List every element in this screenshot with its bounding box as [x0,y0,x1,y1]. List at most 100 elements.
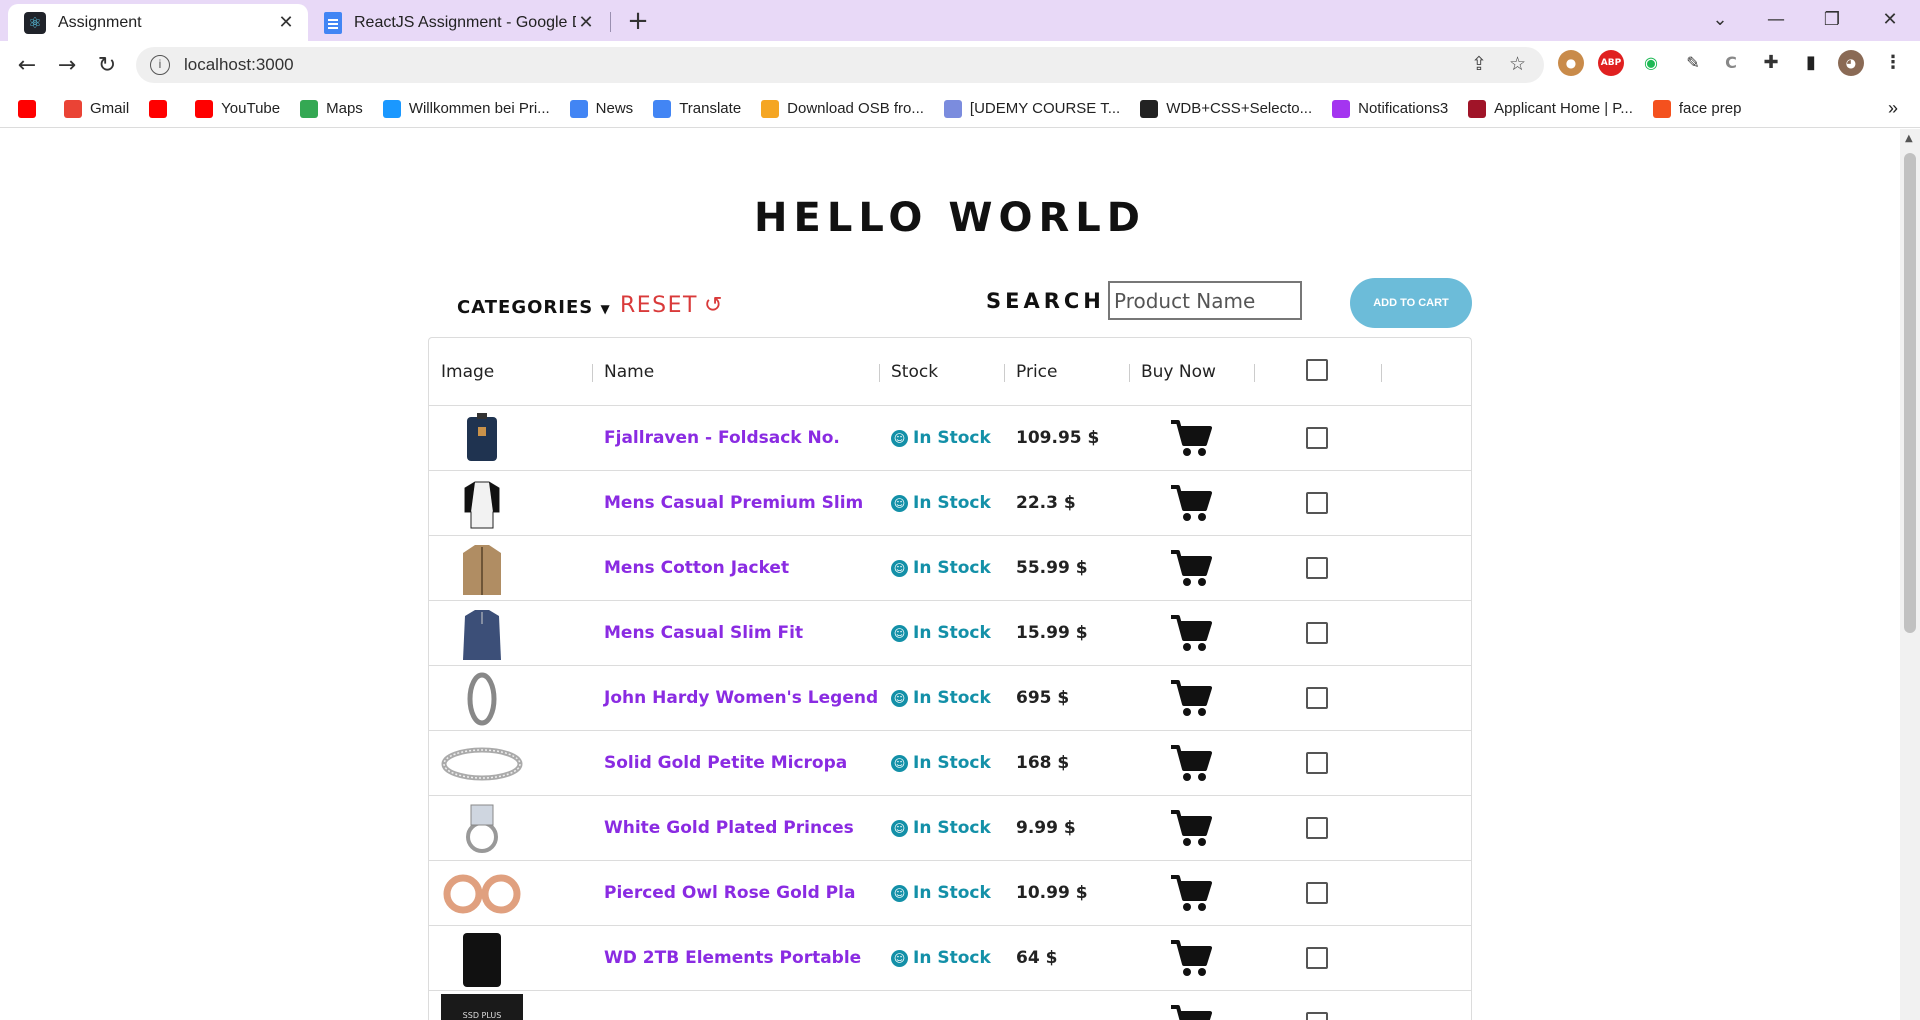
share-icon[interactable]: ⇪ [1471,53,1487,76]
bookmark-item[interactable]: News [569,99,633,118]
reset-button[interactable]: RESET ↺ [620,293,724,318]
new-tab-button[interactable]: + [622,6,654,38]
browser-toolbar: ← → ↻ i localhost:3000 ⇪ ☆ [0,41,1920,90]
add-to-cart-button[interactable]: ADD TO CART [1350,278,1472,328]
cookie-extension-icon[interactable]: ● [1558,50,1584,76]
shopping-cart-icon[interactable] [1169,873,1213,917]
product-name[interactable]: John Hardy Women's Legend [604,688,878,708]
categories-dropdown[interactable]: CATEGORIES ▼ [457,297,611,318]
bookmark-item[interactable]: Gmail [64,99,129,118]
product-name[interactable]: Solid Gold Petite Micropa [604,753,847,773]
row-checkbox[interactable] [1306,492,1328,514]
bookmark-item[interactable]: face prep [1652,99,1741,118]
row-checkbox[interactable] [1306,947,1328,969]
stock-label: In Stock [913,818,991,838]
globe-icon [1140,99,1159,118]
stock-status: ☺ In Stock [891,948,991,968]
scroll-thumb[interactable] [1904,153,1916,633]
prime-icon [382,99,401,118]
product-name[interactable]: Mens Casual Premium Slim [604,493,863,513]
side-panel-icon[interactable]: ▮ [1798,50,1824,76]
close-icon[interactable]: ✕ [576,12,596,33]
row-checkbox[interactable] [1306,817,1328,839]
maps-icon [300,99,319,118]
bookmark-item[interactable]: Download OSB fro... [761,99,924,118]
shopping-cart-icon[interactable] [1169,613,1213,657]
chrome-menu-icon[interactable]: ⋮ [1880,50,1906,76]
minimize-button[interactable]: — [1748,0,1804,40]
product-image [441,410,523,466]
table-row: Pierced Owl Rose Gold Pla ☺ In Stock 10.99 … [429,861,1471,926]
row-checkbox[interactable] [1306,1012,1328,1020]
table-row: John Hardy Women's Legend ☺ In Stock 695 $ [429,666,1471,731]
bookmark-item[interactable]: WDB+CSS+Selecto... [1140,99,1313,118]
shopping-cart-icon[interactable] [1169,548,1213,592]
address-bar[interactable]: i localhost:3000 ⇪ ☆ [136,47,1544,83]
table-row: White Gold Plated Princes ☺ In Stock 9.99 $ [429,796,1471,861]
row-checkbox[interactable] [1306,752,1328,774]
row-checkbox[interactable] [1306,622,1328,644]
close-icon[interactable]: ✕ [276,12,296,33]
stock-status: ☺ In Stock [891,558,991,578]
reset-label: RESET [620,293,698,318]
back-button[interactable]: ← [10,49,44,83]
code-extension-icon[interactable]: C [1718,50,1744,76]
shopping-cart-icon[interactable] [1169,808,1213,852]
adblock-extension-icon[interactable]: ABP [1598,50,1624,76]
window-close-button[interactable]: ✕ [1862,0,1918,40]
bookmark-item[interactable]: Willkommen bei Pri... [382,99,550,118]
bookmark-item[interactable]: [UDEMY COURSE T... [943,99,1120,118]
row-checkbox[interactable] [1306,427,1328,449]
shopping-cart-icon[interactable] [1169,938,1213,982]
shopping-cart-icon[interactable] [1169,418,1213,462]
bookmark-item[interactable]: Notifications3 [1332,99,1448,118]
bookmark-item[interactable]: Maps [300,99,363,118]
forward-button[interactable]: → [50,49,84,83]
product-price: 55.99 $ [1016,558,1088,578]
search-input[interactable] [1108,281,1302,320]
bookmarks-overflow-icon[interactable]: » [1888,98,1898,119]
notifications-icon [1332,99,1351,118]
select-all-checkbox[interactable] [1306,359,1328,381]
bookmark-item[interactable] [149,99,175,118]
tab-search-icon[interactable]: ⌄ [1692,0,1748,40]
bookmark-label: WDB+CSS+Selecto... [1166,100,1313,117]
youtube-icon [149,99,168,118]
product-name[interactable]: Pierced Owl Rose Gold Pla [604,883,855,903]
product-name[interactable]: Mens Cotton Jacket [604,558,789,578]
profile-avatar[interactable]: ◕ [1838,50,1864,76]
row-checkbox[interactable] [1306,882,1328,904]
tab-google-docs[interactable]: ReactJS Assignment - Google Do ✕ [312,4,608,41]
table-row: SSD PLUS [429,991,1471,1020]
smile-icon: ☺ [891,755,908,772]
product-name[interactable]: WD 2TB Elements Portable [604,948,861,968]
product-name[interactable]: White Gold Plated Princes [604,818,854,838]
shopping-cart-icon[interactable] [1169,1003,1213,1020]
product-name[interactable]: Fjallraven - Foldsack No. [604,428,840,448]
site-info-icon[interactable]: i [150,55,170,75]
bookmark-label: Willkommen bei Pri... [408,100,550,117]
product-price: 10.99 $ [1016,883,1088,903]
shopping-cart-icon[interactable] [1169,483,1213,527]
bookmark-item[interactable]: Applicant Home | P... [1468,99,1633,118]
bookmark-label: Maps [326,100,363,117]
udemy-icon [943,99,962,118]
product-name[interactable]: Mens Casual Slim Fit [604,623,803,643]
extensions-puzzle-icon[interactable]: ✚ [1758,50,1784,76]
reload-button[interactable]: ↻ [90,49,124,83]
audio-extension-icon[interactable]: ◉ [1638,50,1664,76]
bookmark-item[interactable]: Translate [653,99,741,118]
row-checkbox[interactable] [1306,687,1328,709]
scroll-up-arrow-icon[interactable]: ▲ [1905,133,1913,144]
shopping-cart-icon[interactable] [1169,678,1213,722]
svg-text:SSD PLUS: SSD PLUS [463,1011,502,1020]
row-checkbox[interactable] [1306,557,1328,579]
tab-assignment[interactable]: ⚛ Assignment ✕ [8,4,308,41]
bookmark-item[interactable] [18,99,44,118]
bookmark-item[interactable]: YouTube [195,99,280,118]
eyedropper-extension-icon[interactable]: ✎ [1680,50,1706,76]
bookmark-star-icon[interactable]: ☆ [1509,53,1526,76]
restore-button[interactable]: ❐ [1804,0,1860,40]
shopping-cart-icon[interactable] [1169,743,1213,787]
page-scrollbar[interactable]: ▲ [1900,129,1920,1020]
